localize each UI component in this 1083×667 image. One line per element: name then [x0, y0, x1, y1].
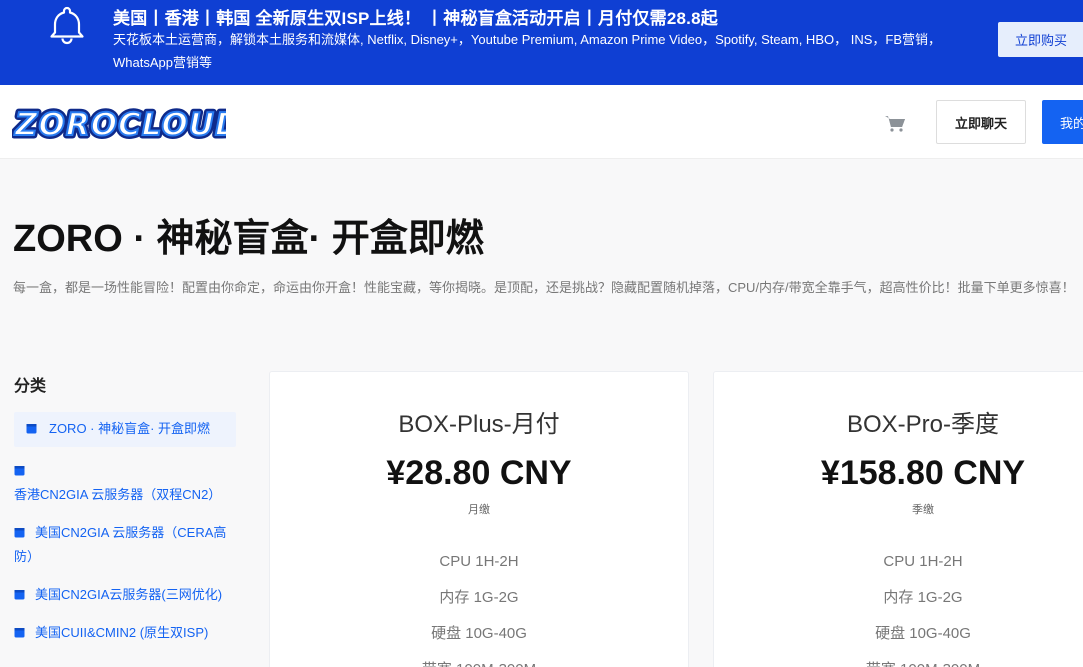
announcement-title: 美国丨香港丨韩国 全新原生双ISP上线！ 丨神秘盲盒活动开启丨月付仅需28.8起: [113, 9, 718, 28]
product-price: ¥28.80 CNY: [386, 454, 572, 492]
site-header: ZOROCLOUD ZOROCLOUD 立即聊天 我的: [0, 85, 1083, 159]
spec-cpu: CPU 1H-2H: [883, 553, 963, 570]
box-icon: [14, 590, 25, 600]
spec-disk: 硬盘 10G-40G: [431, 625, 527, 642]
category-label: 美国CN2GIA 云服务器（CERA高防）: [14, 525, 227, 564]
product-name: BOX-Pro-季度: [846, 411, 999, 438]
spec-list: CPU 1H-2H 内存 1G-2G 硬盘 10G-40G 带宽 100M-30…: [714, 544, 1083, 667]
category-item-hk-cn2gia[interactable]: 香港CN2GIA 云服务器（双程CN2）: [14, 451, 236, 513]
box-icon: [14, 628, 25, 638]
product-card: BOX-Pro-季度 ¥158.80 CNY 季缴 CPU 1H-2H 内存 1…: [713, 371, 1083, 667]
category-label: 香港CN2GIA 云服务器（双程CN2）: [14, 487, 222, 502]
spec-cpu: CPU 1H-2H: [439, 553, 519, 570]
announcement-body: 天花板本土运营商，解锁本土服务和流媒体, Netflix, Disney+，Yo…: [113, 32, 941, 70]
category-item-us-cuii-cmin2[interactable]: 美国CUII&CMIN2 (原生双ISP): [14, 613, 236, 651]
spec-disk: 硬盘 10G-40G: [875, 625, 971, 642]
box-icon: [14, 528, 25, 538]
category-item-us-cn2gia-3net[interactable]: 美国CN2GIA云服务器(三网优化): [14, 575, 236, 613]
billing-cycle: 月缴: [468, 504, 490, 516]
svg-text:ZOROCLOUD: ZOROCLOUD: [14, 107, 226, 143]
announcement-bar: 美国丨香港丨韩国 全新原生双ISP上线！ 丨神秘盲盒活动开启丨月付仅需28.8起…: [0, 0, 1083, 85]
spec-bandwidth: 带宽 100M-300M: [714, 652, 1083, 667]
category-list: ZORO · 神秘盲盒· 开盒即燃 香港CN2GIA 云服务器（双程CN2） 美…: [14, 412, 236, 651]
category-label: ZORO · 神秘盲盒· 开盒即燃: [49, 421, 211, 436]
zorocloud-logo[interactable]: ZOROCLOUD ZOROCLOUD: [12, 102, 226, 145]
bell-icon: [50, 6, 84, 45]
category-label: 美国CN2GIA云服务器(三网优化): [35, 587, 223, 602]
buy-now-button[interactable]: 立即购买: [998, 22, 1083, 57]
category-label: 美国CUII&CMIN2 (原生双ISP): [35, 625, 209, 640]
spec-memory: 内存 1G-2G: [439, 589, 519, 606]
box-icon: [26, 424, 37, 434]
product-card: BOX-Plus-月付 ¥28.80 CNY 月缴 CPU 1H-2H 内存 1…: [269, 371, 689, 667]
spec-memory: 内存 1G-2G: [883, 589, 963, 606]
my-account-button[interactable]: 我的: [1042, 100, 1083, 144]
box-icon: [14, 466, 25, 476]
cart-icon[interactable]: [883, 110, 907, 134]
spec-bandwidth: 带宽 100M-300M: [270, 652, 688, 667]
category-item-blind-box[interactable]: ZORO · 神秘盲盒· 开盒即燃: [14, 412, 236, 447]
product-name: BOX-Plus-月付: [398, 411, 560, 438]
product-price: ¥158.80 CNY: [820, 454, 1026, 492]
billing-cycle: 季缴: [912, 504, 934, 516]
sidebar-title: 分类: [14, 378, 47, 395]
spec-list: CPU 1H-2H 内存 1G-2G 硬盘 10G-40G 带宽 100M-30…: [270, 544, 688, 667]
category-item-us-cn2gia-cera[interactable]: 美国CN2GIA 云服务器（CERA高防）: [14, 513, 236, 575]
chat-now-button[interactable]: 立即聊天: [936, 100, 1026, 144]
page-description: 每一盒，都是一场性能冒险！配置由你命定，命运由你开盒！性能宝藏，等你揭晓。是顶配…: [13, 280, 1075, 295]
page-title: ZORO · 神秘盲盒· 开盒即燃: [13, 218, 484, 260]
